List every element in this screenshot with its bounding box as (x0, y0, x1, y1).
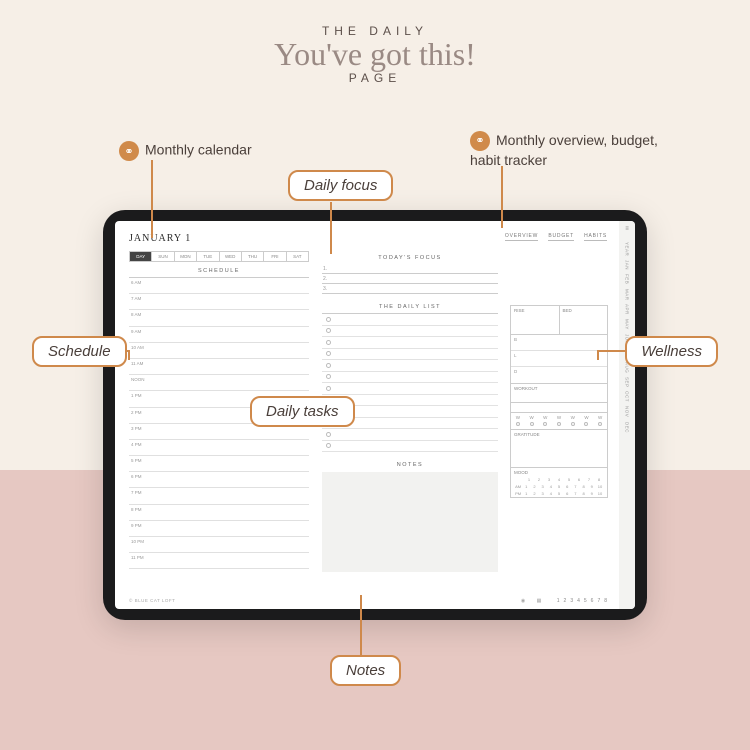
tag-daily-focus: Daily focus (288, 170, 393, 201)
focus-lines[interactable]: 1.2.3. (322, 264, 498, 294)
day-tab[interactable]: THU (242, 252, 264, 261)
footer-nav: ◉ ▦ 12345678 (517, 598, 607, 604)
page-date: JANUARY 1 (129, 233, 191, 244)
month-tab[interactable]: DEC (625, 422, 630, 433)
page-header: THE DAILY You've got this! PAGE (0, 24, 750, 85)
tag-wellness: Wellness (625, 336, 718, 367)
workout-line[interactable] (510, 393, 608, 403)
connector (151, 160, 153, 238)
month-tab[interactable]: SEP (625, 377, 630, 388)
day-tab[interactable]: MON (175, 252, 197, 261)
month-tab[interactable]: APR (625, 304, 630, 315)
page-link[interactable]: 4 (577, 598, 580, 604)
day-tab[interactable]: TUE (197, 252, 219, 261)
page-link[interactable]: 6 (591, 598, 594, 604)
day-tab[interactable]: SAT (287, 252, 308, 261)
user-icon[interactable]: ◉ (521, 598, 525, 604)
connector (360, 595, 362, 655)
month-tab[interactable]: YEAR (625, 242, 630, 256)
wellness-column: RISE BED BLD WORKOUT WWWWWWW GRATITUDE M… (510, 305, 608, 498)
footer-brand: © BLUE CAT LOFT (129, 598, 175, 603)
page-link[interactable]: 3 (570, 598, 573, 604)
month-tab[interactable]: MAR (625, 289, 630, 301)
workout-line[interactable] (510, 403, 608, 413)
month-tab[interactable]: NOV (625, 406, 630, 417)
header-line3: PAGE (0, 71, 750, 85)
schedule-title: SCHEDULE (129, 268, 309, 274)
page-link[interactable]: 1 (557, 598, 560, 604)
water-tracker[interactable]: WWWWWWW (510, 413, 608, 430)
month-tab[interactable]: JAN (625, 260, 630, 270)
page-link[interactable]: 8 (604, 598, 607, 604)
bed-box[interactable]: BED (560, 306, 608, 334)
connector (501, 166, 503, 228)
top-nav: OVERVIEW BUDGET HABITS (497, 233, 607, 239)
daily-list[interactable] (322, 313, 498, 452)
month-tab[interactable]: OCT (625, 391, 630, 402)
day-of-week-row: DAYSUNMONTUEWEDTHUFRISAT (129, 251, 309, 262)
tag-daily-tasks: Daily tasks (250, 396, 355, 427)
nav-budget[interactable]: BUDGET (548, 233, 574, 241)
callout-monthly-calendar: ⚭Monthly calendar (119, 141, 252, 161)
tag-notes: Notes (330, 655, 401, 686)
workout-title: WORKOUT (510, 384, 608, 393)
rise-box[interactable]: RISE (511, 306, 560, 334)
nav-overview[interactable]: OVERVIEW (505, 233, 538, 241)
link-icon: ⚭ (119, 141, 139, 161)
meals-box[interactable]: BLD (510, 335, 608, 384)
callout-monthly-overview: ⚭Monthly overview, budget, habit tracker (470, 131, 670, 169)
month-tab[interactable]: MAY (625, 319, 630, 330)
rise-bed-row[interactable]: RISE BED (510, 305, 608, 335)
link-icon: ⚭ (470, 131, 490, 151)
connector (330, 202, 332, 254)
nav-habits[interactable]: HABITS (584, 233, 607, 241)
page-link[interactable]: 5 (584, 598, 587, 604)
grid-icon[interactable]: ▦ (537, 598, 542, 604)
notes-area[interactable] (322, 472, 498, 572)
gratitude-box[interactable]: GRATITUDE (510, 430, 608, 468)
right-tabs: ≡ YEARJANFEBMARAPRMAYJUNJULAUGSEPOCTNOVD… (619, 221, 635, 609)
mood-box[interactable]: MOOD 12345678 AM12345678910 PM1234567891… (510, 468, 608, 498)
page-link[interactable]: 7 (597, 598, 600, 604)
tablet-frame: JANUARY 1 OVERVIEW BUDGET HABITS DAYSUNM… (103, 210, 647, 620)
day-tab[interactable]: SUN (152, 252, 174, 261)
tag-schedule: Schedule (32, 336, 127, 367)
day-tab[interactable]: WED (220, 252, 242, 261)
day-tab[interactable]: FRI (264, 252, 286, 261)
screen: JANUARY 1 OVERVIEW BUDGET HABITS DAYSUNM… (115, 221, 635, 609)
header-script: You've got this! (0, 36, 750, 73)
day-tab[interactable]: DAY (130, 252, 152, 261)
list-title: THE DAILY LIST (322, 304, 498, 310)
month-tab[interactable]: FEB (625, 274, 630, 284)
page-link[interactable]: 2 (564, 598, 567, 604)
notes-title: NOTES (322, 462, 498, 468)
connector (128, 350, 130, 360)
menu-icon[interactable]: ≡ (625, 227, 629, 232)
focus-title: TODAY'S FOCUS (322, 255, 498, 261)
